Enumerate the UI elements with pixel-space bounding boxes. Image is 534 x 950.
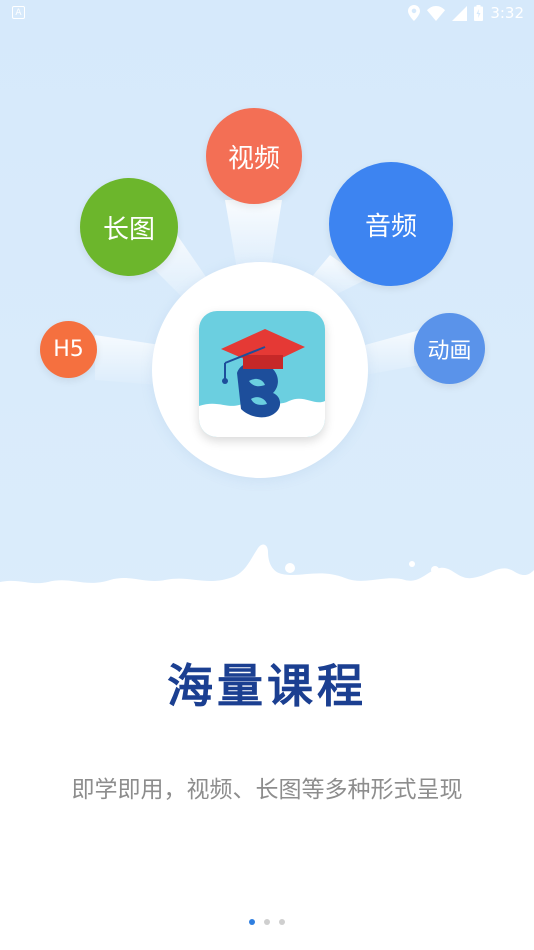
long-image-label: 长图	[102, 214, 155, 245]
page-title: 海量课程	[167, 659, 367, 713]
video-label: 视频	[227, 143, 280, 174]
pager-indicator	[0, 919, 534, 925]
h5-label: H5	[53, 337, 84, 362]
pager-dot-1[interactable]	[249, 919, 255, 925]
audio-bubble: 音频	[329, 162, 453, 286]
video-bubble: 视频	[206, 108, 302, 204]
pager-dot-2[interactable]	[264, 919, 270, 925]
milk-splash-divider	[0, 544, 534, 640]
animation-label: 动画	[427, 338, 472, 364]
pager-dot-3[interactable]	[279, 919, 285, 925]
animation-bubble: 动画	[414, 313, 485, 384]
app-logo-icon	[199, 311, 325, 437]
h5-bubble: H5	[40, 321, 97, 378]
audio-label: 音频	[364, 211, 417, 242]
long-image-bubble: 长图	[80, 178, 178, 276]
page-subtitle: 即学即用，视频、长图等多种形式呈现	[71, 777, 463, 803]
